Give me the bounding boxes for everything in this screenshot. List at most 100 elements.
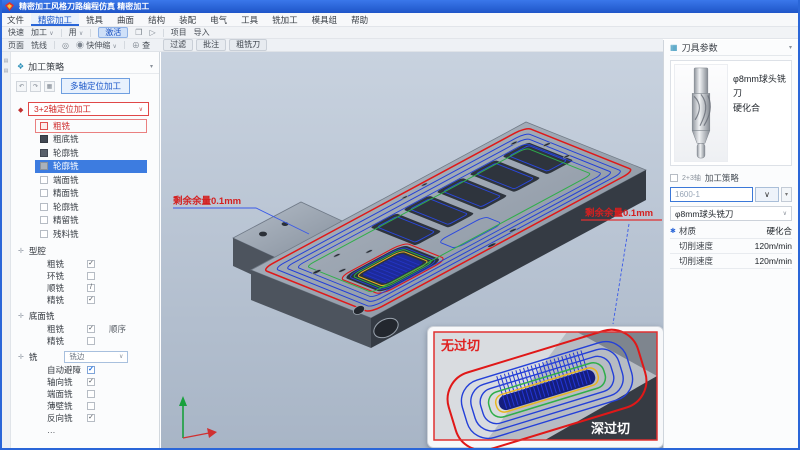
menu-item[interactable]: 铣具	[79, 13, 110, 26]
expander-icon[interactable]: ✛	[18, 247, 24, 255]
menu-item[interactable]: 精密加工	[31, 13, 79, 26]
menu-item[interactable]: 文件	[0, 13, 31, 26]
tool-code-combo-button[interactable]: ∨	[755, 187, 779, 202]
option-checkbox[interactable]	[87, 325, 95, 333]
menu-item[interactable]: 工具	[234, 13, 265, 26]
tree-row[interactable]: 轮廓铣	[35, 160, 147, 174]
option-checkbox[interactable]	[87, 260, 95, 268]
tree-row[interactable]: 精面铣	[35, 187, 147, 201]
operation-checkbox[interactable]	[40, 162, 48, 170]
project-button[interactable]: 项目	[171, 27, 187, 38]
tool-code-input[interactable]: 1600-1	[670, 187, 753, 202]
redo-icon[interactable]: ↷	[30, 81, 41, 92]
use-dropdown[interactable]: 用 ∨	[69, 27, 84, 38]
menu-item[interactable]: 电气	[203, 13, 234, 26]
list-icon[interactable]: ▦	[44, 81, 55, 92]
dock-handle-icon: ▤	[4, 58, 9, 64]
menu-item[interactable]: 结构	[141, 13, 172, 26]
option-row[interactable]: 顺铣	[11, 282, 159, 294]
menu-item[interactable]: 曲面	[110, 13, 141, 26]
activate-button[interactable]: 激活	[98, 27, 128, 38]
option-label: 反向铣	[47, 412, 87, 424]
zoom-mode-dropdown[interactable]: ◉ 快伸缩 ∨	[76, 40, 117, 51]
tree-row[interactable]: 粗铣	[35, 119, 147, 133]
collapse-icon[interactable]: ▾	[150, 63, 153, 70]
option-checkbox[interactable]	[87, 414, 95, 422]
view-tab[interactable]: 过滤	[163, 39, 193, 51]
strategy-checkbox[interactable]	[670, 174, 678, 182]
option-checkbox[interactable]	[87, 284, 95, 292]
section-floor-mill: ✛ 底面铣 粗铣 顺序 精铣	[11, 309, 159, 347]
svg-text:剩余余量0.1mm: 剩余余量0.1mm	[173, 195, 241, 207]
option-row[interactable]: 精铣	[11, 335, 159, 347]
radio-off-icon[interactable]: ◎	[62, 41, 69, 50]
option-checkbox[interactable]	[87, 296, 95, 304]
3d-viewport[interactable]: 剩余余量0.1mm 剩余余量0.1mm	[161, 52, 663, 448]
strategy-type-dropdown[interactable]: ◆ 3+2轴定位加工 ∨	[28, 102, 149, 116]
dock-strip[interactable]: ▤▤	[2, 52, 11, 448]
expander-icon[interactable]: ✛	[18, 353, 24, 361]
milling-button[interactable]: 铣线	[31, 40, 47, 51]
operation-checkbox[interactable]	[40, 176, 48, 184]
menu-item[interactable]: 装配	[172, 13, 203, 26]
option-checkbox[interactable]	[87, 402, 95, 410]
option-row[interactable]: 环铣	[11, 270, 159, 282]
collapse-icon[interactable]: ▾	[789, 44, 792, 51]
option-row[interactable]: …	[11, 424, 159, 436]
option-checkbox[interactable]	[87, 366, 95, 374]
machining-dropdown[interactable]: 加工 ∨	[31, 27, 54, 38]
option-row[interactable]: 精铣	[11, 294, 159, 306]
chevron-down-icon[interactable]: ▾	[781, 187, 792, 202]
option-row[interactable]: 粗铣	[11, 258, 159, 270]
mill-edge-select[interactable]: 铣边 ∨	[64, 351, 128, 363]
param-value: 硬化合	[766, 225, 792, 237]
option-row[interactable]: 端面铣	[11, 388, 159, 400]
operation-checkbox[interactable]	[40, 189, 48, 197]
tree-row[interactable]: 粗底铣	[35, 133, 147, 147]
strategy-toolbar: ↶ ↷ ▦ 多轴定位加工	[11, 74, 159, 96]
operation-label: 残料铣	[53, 228, 79, 240]
search-icon: ⊕	[132, 41, 140, 50]
tree-row[interactable]: 轮廓铣	[35, 146, 147, 160]
operation-label: 粗铣	[53, 120, 70, 132]
option-row[interactable]: 粗铣 顺序	[11, 323, 159, 335]
tree-row[interactable]: 精留铣	[35, 214, 147, 228]
operation-checkbox[interactable]	[40, 122, 48, 130]
option-row[interactable]: 薄壁铣	[11, 400, 159, 412]
option-checkbox[interactable]	[87, 272, 95, 280]
export-icon[interactable]: ▷	[149, 28, 155, 37]
operation-checkbox[interactable]	[40, 149, 48, 157]
option-row[interactable]: 自动避障	[11, 364, 159, 376]
operation-checkbox[interactable]	[40, 230, 48, 238]
tree-row[interactable]: 轮廓铣	[35, 200, 147, 214]
option-checkbox[interactable]	[87, 337, 95, 345]
view-tab[interactable]: 批注	[196, 39, 226, 51]
option-row[interactable]: 轴向铣	[11, 376, 159, 388]
option-checkbox[interactable]	[87, 378, 95, 386]
operation-checkbox[interactable]	[40, 216, 48, 224]
operation-checkbox[interactable]	[40, 203, 48, 211]
strategy-check-row[interactable]: 2+3轴 加工策略	[670, 170, 792, 185]
import-button[interactable]: 导入	[194, 27, 210, 38]
copy-icon[interactable]: ❐	[135, 28, 142, 37]
menu-item[interactable]: 铣加工	[265, 13, 305, 26]
view-tab[interactable]: 粗铣刀	[229, 39, 267, 51]
search-button[interactable]: ⊕ 查	[132, 40, 150, 51]
expander-icon[interactable]: ✛	[18, 312, 24, 320]
menu-item[interactable]: 帮助	[344, 13, 375, 26]
option-checkbox[interactable]	[87, 390, 95, 398]
menu-item[interactable]: 模具组	[305, 13, 345, 26]
tool-params-panel: ▦ 刀具参数 ▾ φ8mm球头铣刀 硬化合	[663, 40, 798, 448]
quick-button[interactable]: 快速	[8, 27, 24, 38]
tree-row[interactable]: 残料铣	[35, 227, 147, 241]
option-label: 环铣	[47, 270, 87, 282]
option-row[interactable]: 反向铣	[11, 412, 159, 424]
option-label: 自动避障	[47, 364, 87, 376]
operation-checkbox[interactable]	[40, 135, 48, 143]
page-button[interactable]: 页面	[8, 40, 24, 51]
tree-row[interactable]: 端面铣	[35, 173, 147, 187]
undo-icon[interactable]: ↶	[16, 81, 27, 92]
tool-select[interactable]: φ8mm球头铣刀 ∨	[670, 206, 792, 221]
axis-mode-button[interactable]: 多轴定位加工	[61, 78, 130, 94]
overcut-inset-image: 无过切 深过切	[427, 326, 663, 448]
